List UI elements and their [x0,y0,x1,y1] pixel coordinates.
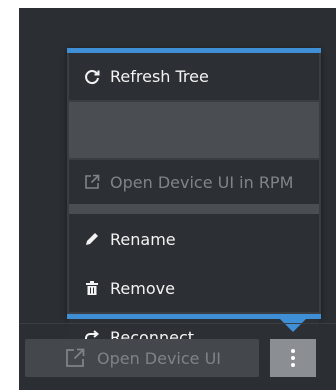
menu-item-label: Remove [110,278,175,298]
menu-item-label: Refresh Tree [110,67,209,86]
footer-divider [19,323,336,324]
menu-item-open-device-ui-in-rpm[interactable]: Open Device UI in RPM [69,160,319,204]
menu-caret [280,319,306,332]
menu-item-label: Open Device UI in RPM [110,172,294,192]
external-link-icon [82,172,102,192]
menu-separator [69,204,319,214]
open-device-ui-label: Open Device UI [96,348,222,368]
menu-item-rename[interactable]: Rename [69,214,319,264]
more-options-button[interactable] [270,339,316,377]
pencil-icon [82,229,102,249]
menu-item-label: Rename [110,229,176,249]
stage: Refresh Tree Open Device UI in RPM Renam… [0,0,336,390]
kebab-menu-icon [291,349,295,367]
open-device-ui-button[interactable]: Open Device UI [25,339,259,377]
trash-icon [82,278,102,298]
menu-item-refresh-tree[interactable]: Refresh Tree [69,53,319,100]
menu-item-remove[interactable]: Remove [69,264,319,312]
menu-separator [69,102,319,158]
context-menu: Refresh Tree Open Device UI in RPM Renam… [67,48,321,360]
external-link-icon [63,346,87,370]
refresh-icon [82,67,102,87]
